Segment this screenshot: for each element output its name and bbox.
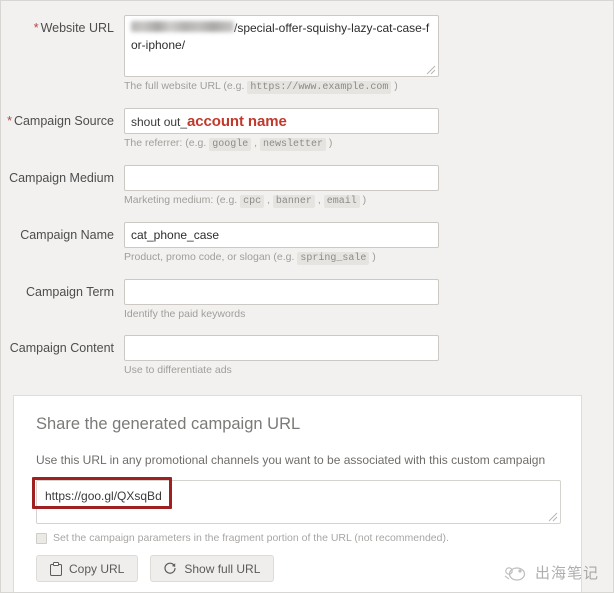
hint-campaign-source: The referrer: (e.g. google , newsletter … bbox=[124, 137, 605, 151]
field-col-campaign-term: Identify the paid keywords bbox=[124, 279, 613, 335]
hint-code-2b: banner bbox=[272, 195, 315, 208]
label-campaign-name: Campaign Name bbox=[1, 222, 124, 243]
hint-campaign-name: Product, promo code, or slogan (e.g. spr… bbox=[124, 251, 605, 265]
required-asterisk-website-url: * bbox=[33, 21, 39, 35]
required-asterisk-campaign-source: * bbox=[7, 114, 12, 128]
redacted-domain bbox=[131, 21, 234, 32]
website-url-textarea[interactable]: /special-offer-squishy-lazy-cat-case-for… bbox=[124, 15, 439, 77]
campaign-source-value-emphasis: account name bbox=[187, 113, 287, 130]
hint-text-before-5: Use to differentiate ads bbox=[124, 364, 232, 376]
copy-url-button-label: Copy URL bbox=[69, 561, 125, 576]
label-campaign-source: * Campaign Source bbox=[1, 108, 124, 129]
fragment-checkbox-label: Set the campaign parameters in the fragm… bbox=[53, 532, 449, 544]
watermark-text: 出海笔记 bbox=[534, 564, 599, 582]
hint-text-before-0: The full website URL (e.g. bbox=[124, 80, 248, 92]
hint-code-1b: newsletter bbox=[259, 138, 326, 151]
fragment-checkbox-row[interactable]: Set the campaign parameters in the fragm… bbox=[36, 532, 559, 545]
copy-url-button[interactable]: Copy URL bbox=[36, 555, 139, 582]
label-text-campaign-medium: Campaign Medium bbox=[9, 171, 114, 185]
hint-campaign-term: Identify the paid keywords bbox=[124, 308, 605, 321]
hint-campaign-content: Use to differentiate ads bbox=[124, 364, 605, 377]
hint-text-before-1: The referrer: (e.g. bbox=[124, 137, 210, 149]
resize-grip-icon[interactable] bbox=[426, 65, 436, 75]
hint-code-1: google bbox=[209, 138, 252, 151]
field-col-campaign-content: Use to differentiate ads bbox=[124, 335, 613, 391]
hint-website-url: The full website URL (e.g. https://www.e… bbox=[124, 80, 605, 94]
hint-campaign-medium: Marketing medium: (e.g. cpc , banner , e… bbox=[124, 194, 605, 208]
form-row-campaign-term: Campaign Term Identify the paid keywords bbox=[1, 279, 613, 335]
fragment-checkbox[interactable] bbox=[36, 533, 47, 544]
label-campaign-term: Campaign Term bbox=[1, 279, 124, 300]
hint-text-after-2: ) bbox=[359, 194, 367, 206]
share-panel-subtitle: Use this URL in any promotional channels… bbox=[36, 453, 546, 467]
hint-text-before-4: Identify the paid keywords bbox=[124, 308, 246, 320]
label-campaign-content: Campaign Content bbox=[1, 335, 124, 356]
campaign-medium-input[interactable] bbox=[124, 165, 439, 191]
label-website-url: * Website URL bbox=[1, 15, 124, 36]
label-text-campaign-content: Campaign Content bbox=[9, 341, 114, 355]
campaign-source-value-plain: shout out_ bbox=[131, 115, 188, 129]
field-col-website-url: /special-offer-squishy-lazy-cat-case-for… bbox=[124, 15, 613, 108]
generated-url-wrapper: https://goo.gl/QXsqBd bbox=[32, 477, 561, 524]
label-campaign-medium: Campaign Medium bbox=[1, 165, 124, 186]
hint-text-after-1: ) bbox=[326, 137, 333, 149]
field-col-campaign-source: shout out_account name The referrer: (e.… bbox=[124, 108, 613, 165]
label-text-campaign-source: Campaign Source bbox=[13, 114, 114, 128]
generated-url-textarea[interactable]: https://goo.gl/QXsqBd bbox=[36, 480, 561, 524]
form-row-website-url: * Website URL /special-offer-squishy-lazy… bbox=[1, 15, 613, 108]
hint-text-before-3: Product, promo code, or slogan (e.g. bbox=[124, 251, 298, 263]
hint-code-3: spring_sale bbox=[297, 252, 370, 265]
cloud-logo-icon bbox=[504, 566, 526, 581]
share-panel-title: Share the generated campaign URL bbox=[36, 415, 301, 433]
hint-text-before-2: Marketing medium: (e.g. bbox=[124, 194, 241, 206]
clipboard-icon bbox=[50, 561, 62, 576]
show-full-url-button[interactable]: Show full URL bbox=[150, 555, 275, 582]
campaign-name-input[interactable]: cat_phone_case bbox=[124, 222, 439, 248]
form-row-campaign-content: Campaign Content Use to differentiate ad… bbox=[1, 335, 613, 391]
hint-code-2c: email bbox=[323, 195, 360, 208]
campaign-url-builder-screen: * Website URL /special-offer-squishy-lazy… bbox=[0, 0, 614, 593]
hint-text-after-0: ) bbox=[391, 80, 398, 92]
hint-code-0: https://www.example.com bbox=[247, 81, 392, 94]
label-text-website-url: Website URL bbox=[40, 21, 114, 35]
hint-sep-1: , bbox=[251, 137, 260, 149]
watermark: 出海笔记 bbox=[503, 562, 599, 583]
share-campaign-url-panel: Share the generated campaign URL Use thi… bbox=[13, 395, 582, 592]
show-full-url-button-label: Show full URL bbox=[184, 561, 261, 576]
hint-sep-2: , bbox=[264, 194, 273, 206]
refresh-icon bbox=[164, 562, 176, 574]
campaign-form: * Website URL /special-offer-squishy-lazy… bbox=[1, 1, 613, 393]
campaign-term-input[interactable] bbox=[124, 279, 439, 305]
campaign-content-input[interactable] bbox=[124, 335, 439, 361]
share-action-buttons: Copy URL Show full URL bbox=[36, 555, 559, 582]
field-col-campaign-name: cat_phone_case Product, promo code, or s… bbox=[124, 222, 613, 279]
label-text-campaign-term: Campaign Term bbox=[25, 285, 114, 299]
hint-sep-2b: , bbox=[314, 194, 324, 206]
form-row-campaign-source: * Campaign Source shout out_account name … bbox=[1, 108, 613, 165]
field-col-campaign-medium: Marketing medium: (e.g. cpc , banner , e… bbox=[124, 165, 613, 222]
form-row-campaign-name: Campaign Name cat_phone_case Product, pr… bbox=[1, 222, 613, 279]
form-row-campaign-medium: Campaign Medium Marketing medium: (e.g. … bbox=[1, 165, 613, 222]
hint-code-2: cpc bbox=[240, 195, 265, 208]
hint-text-after-3: ) bbox=[369, 251, 376, 263]
campaign-source-input[interactable]: shout out_account name bbox=[124, 108, 439, 134]
label-text-campaign-name: Campaign Name bbox=[20, 228, 114, 242]
